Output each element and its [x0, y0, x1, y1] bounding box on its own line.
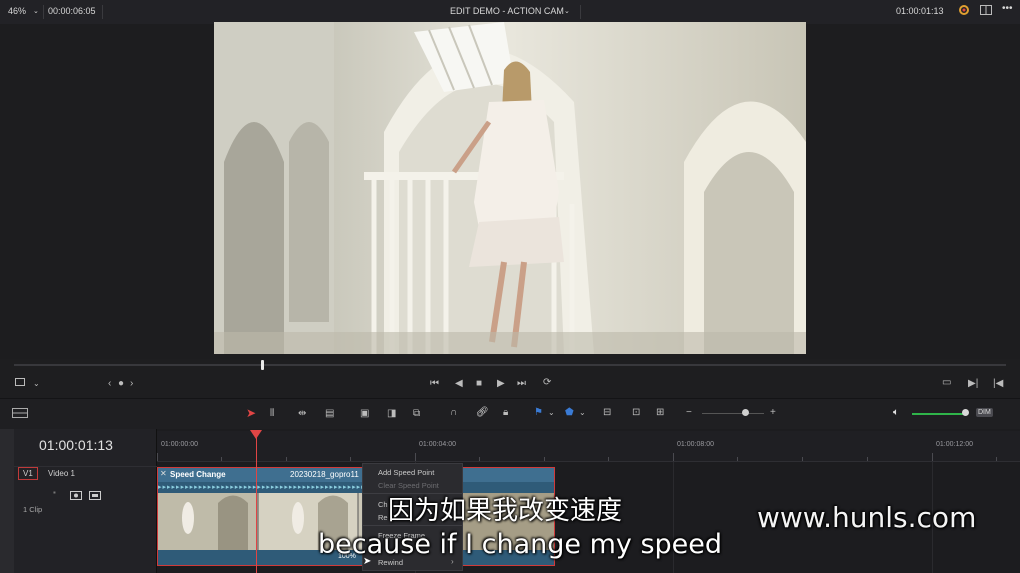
track-header: 01:00:01:13 V1 Video 1 ▪ 1 Clip	[14, 429, 157, 573]
flag-chevron-down-icon[interactable]: ⌄	[548, 407, 555, 419]
ruler-label: 01:00:12:00	[936, 441, 973, 448]
track-divider	[14, 466, 157, 467]
ruler-tick	[415, 453, 416, 461]
zoom-detail-icon[interactable]: ⊡	[632, 407, 640, 419]
subtitle-chinese: 因为如果我改变速度	[388, 496, 623, 526]
ruler-tick	[221, 457, 222, 461]
clip-label: Speed Change	[170, 470, 226, 479]
clip-header[interactable]: ✕ Speed Change 20230218_gopro11	[158, 468, 554, 482]
ruler-tick	[867, 457, 868, 461]
overwrite-clip-icon[interactable]: ◨	[387, 408, 396, 420]
menu-item-clear-speed-point[interactable]: Clear Speed Point	[378, 481, 439, 490]
menu-item-reset[interactable]: Re	[378, 513, 388, 522]
color-wheel-icon[interactable]	[958, 4, 970, 18]
video-frame	[214, 22, 806, 354]
ruler-tick	[802, 457, 803, 461]
insert-clip-icon[interactable]: ▣	[360, 408, 369, 420]
zoom-out-icon[interactable]: −	[686, 407, 692, 419]
selection-tool-icon[interactable]: ➤	[246, 407, 256, 419]
clip-filename: 20230218_gopro11	[290, 470, 359, 479]
auto-track-select-icon[interactable]	[70, 487, 82, 505]
ruler-tick	[157, 453, 158, 461]
previous-edit-icon[interactable]: ‹	[108, 378, 111, 390]
link-icon[interactable]: 🔗︎	[476, 407, 489, 419]
position-lock-icon[interactable]: 🔒︎	[503, 407, 508, 419]
track-name[interactable]: Video 1	[48, 469, 75, 478]
transform-chevron-down-icon[interactable]: ⌄	[33, 378, 40, 390]
ruler-tick	[932, 453, 933, 461]
snapping-icon[interactable]: ∩	[450, 407, 457, 419]
timeline-ruler[interactable]: 01:00:00:00 01:00:04:00 01:00:08:00 01:0…	[157, 431, 1020, 462]
trim-tool-icon[interactable]: ⫴	[270, 408, 274, 420]
transport-controls: ⌄ ‹ ● › ⏮ ◀ ■ ▶ ⏭ ⟳ ▭ ▶| |◀	[0, 372, 1020, 396]
ruler-tick	[286, 457, 287, 461]
ruler-tick	[996, 457, 997, 461]
timeline-left-edge	[0, 429, 14, 573]
menu-item-change-speed[interactable]: Ch	[378, 500, 388, 509]
zoom-in-icon[interactable]: +	[770, 407, 776, 419]
previous-marker-icon[interactable]: |◀	[993, 378, 1003, 390]
record-timecode: 01:00:01:13	[896, 6, 944, 16]
timeline-view-options-icon[interactable]	[12, 408, 28, 422]
transform-icon[interactable]	[14, 377, 26, 391]
volume-slider-handle[interactable]	[962, 409, 969, 416]
marker-icon[interactable]: ⬟	[565, 407, 574, 419]
speaker-icon[interactable]: 🔈︎	[893, 407, 899, 419]
stop-icon[interactable]: ■	[476, 378, 482, 390]
next-edit-icon[interactable]: ›	[130, 378, 133, 390]
play-icon[interactable]: ▶	[497, 378, 505, 390]
source-timecode: 00:00:06:05	[48, 6, 96, 16]
track-id-v1[interactable]: V1	[18, 467, 38, 480]
timeline-toolbar: ➤ ⫴ ⇹ ▤ ▣ ◨ ⧉ ∩ 🔗︎ 🔒︎ ⚑ ⌄ ⬟ ⌄ ⊟ ⊡ ⊞ − + …	[0, 398, 1020, 430]
zoom-full-icon[interactable]: ⊟	[603, 407, 611, 419]
clip-count: 1 Clip	[23, 505, 43, 514]
next-frame-icon[interactable]: ▶|	[968, 378, 978, 390]
loop-icon[interactable]: ⟳	[543, 377, 551, 389]
dual-viewer-icon[interactable]	[980, 5, 992, 17]
current-timecode[interactable]: 01:00:01:13	[39, 437, 113, 453]
volume-slider[interactable]	[912, 413, 964, 415]
ruler-tick	[350, 457, 351, 461]
timeline-title[interactable]: EDIT DEMO - ACTION CAM	[450, 6, 564, 16]
blade-tool-icon[interactable]: ▤	[325, 408, 334, 420]
playhead-handle[interactable]	[250, 430, 262, 439]
ruler-tick	[544, 457, 545, 461]
edit-dot-icon[interactable]: ●	[118, 378, 124, 390]
ruler-label: 01:00:04:00	[419, 441, 456, 448]
dynamic-trim-icon[interactable]: ⇹	[298, 408, 306, 420]
ruler-tick	[737, 457, 738, 461]
match-frame-icon[interactable]: ▭	[942, 377, 951, 389]
ruler-tick	[673, 453, 674, 461]
timeline-playhead[interactable]	[256, 432, 257, 573]
scrub-playhead[interactable]	[261, 360, 264, 370]
go-to-end-icon[interactable]: ⏭	[517, 378, 526, 390]
zoom-level[interactable]: 46%	[8, 6, 26, 16]
zoom-slider-handle[interactable]	[742, 409, 749, 416]
ruler-label: 01:00:00:00	[161, 441, 198, 448]
more-options-icon[interactable]: •••	[1002, 3, 1013, 14]
watermark: www.hunls.com	[757, 501, 977, 534]
ruler-label: 01:00:08:00	[677, 441, 714, 448]
replace-clip-icon[interactable]: ⧉	[413, 408, 420, 420]
track-visibility-icon[interactable]	[89, 487, 101, 505]
zoom-chevron-down-icon[interactable]: ⌄	[33, 7, 39, 15]
go-to-start-icon[interactable]: ⏮	[430, 378, 439, 390]
play-reverse-icon[interactable]: ◀	[455, 378, 463, 390]
subtitle-english: because if I change my speed	[318, 529, 723, 560]
viewer-scrub-bar[interactable]	[14, 364, 1006, 366]
zoom-slider-track[interactable]	[702, 413, 764, 414]
track-lock-icon[interactable]: ▪	[53, 488, 56, 497]
zoom-custom-icon[interactable]: ⊞	[656, 407, 664, 419]
ruler-tick	[479, 457, 480, 461]
timeline-title-chevron-down-icon[interactable]: ⌄	[564, 7, 570, 15]
dim-button[interactable]: DIM	[976, 408, 993, 417]
ruler-tick	[608, 457, 609, 461]
flag-icon[interactable]: ⚑	[534, 407, 543, 419]
menu-item-add-speed-point[interactable]: Add Speed Point	[378, 468, 434, 477]
clip-close-icon[interactable]: ✕	[160, 469, 167, 478]
marker-chevron-down-icon[interactable]: ⌄	[579, 407, 586, 419]
